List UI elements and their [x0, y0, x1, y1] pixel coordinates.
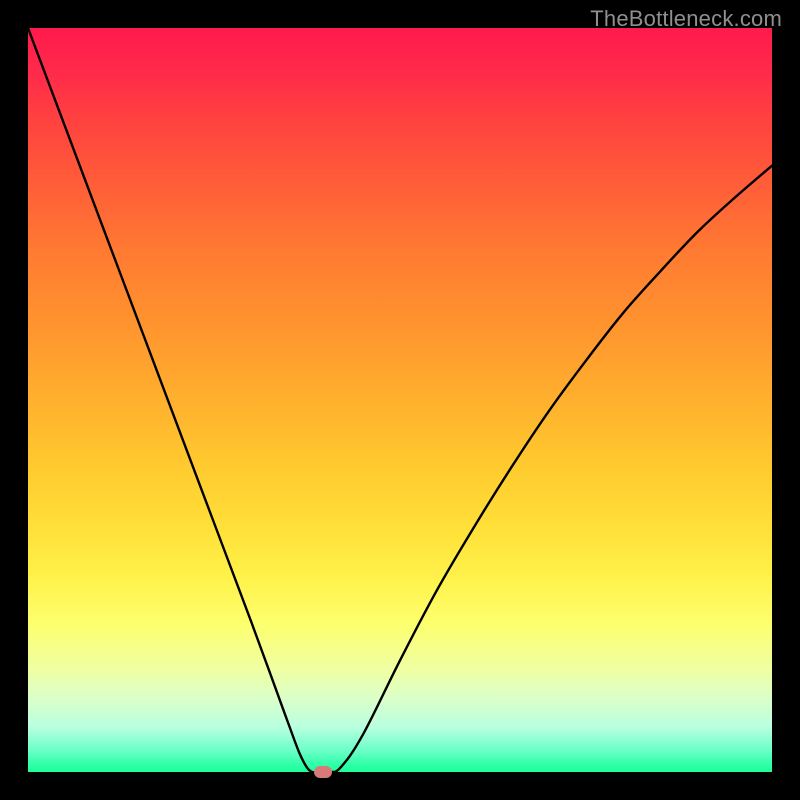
chart-frame: TheBottleneck.com	[0, 0, 800, 800]
optimum-marker	[314, 766, 332, 778]
bottleneck-curve	[28, 28, 772, 772]
plot-area	[28, 28, 772, 772]
